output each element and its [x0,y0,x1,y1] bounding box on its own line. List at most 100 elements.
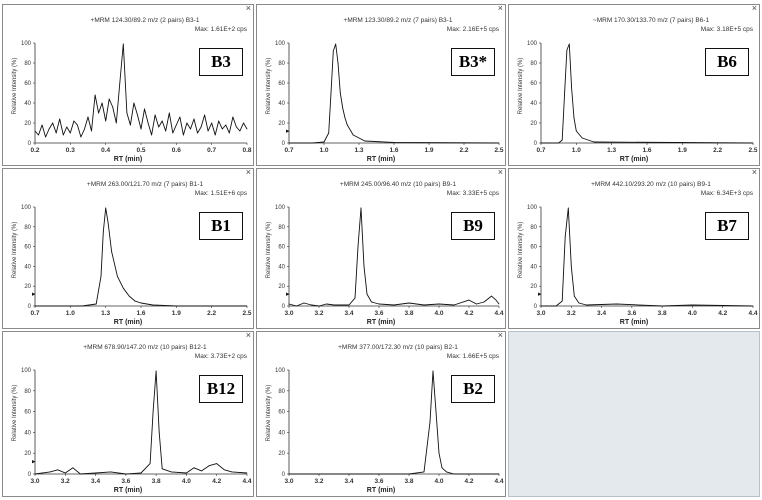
x-tick-label: 0.8 [242,147,251,154]
data-point [179,116,181,118]
data-point [453,304,455,306]
close-icon[interactable]: × [752,167,757,177]
chart-header-max: Max: 2.16E+5 cps [446,26,499,33]
data-point [328,132,330,134]
data-point [130,124,131,126]
y-tick-label: 0 [28,472,32,478]
x-axis-label: RT (min) [366,156,396,163]
y-tick-label: 100 [275,368,286,374]
data-point [170,471,172,473]
data-point [354,297,356,299]
data-point [573,295,575,297]
data-point [140,128,142,130]
y-axis-label: Relative Intensity (%) [266,221,272,279]
x-tick-label: 1.0 [572,147,581,154]
data-point [371,301,372,303]
x-tick-label: 0.4 [101,147,110,154]
data-point [144,108,145,110]
x-tick-label: 3.0 [30,478,39,485]
close-icon[interactable]: × [498,3,503,13]
data-point [91,130,92,132]
x-tick-label: 1.0 [66,310,75,317]
data-point [107,221,109,223]
data-point [55,132,57,134]
x-tick-label: 1.6 [136,310,145,317]
data-point [228,132,230,134]
data-point [111,251,112,252]
y-tick-label: 20 [24,121,31,127]
data-point [342,107,344,109]
data-point [288,303,290,305]
close-icon[interactable]: × [246,3,251,13]
x-tick-label: 3.2 [314,478,323,485]
y-tick-label: 40 [530,101,537,107]
data-point [102,231,104,233]
data-point [567,207,569,209]
y-tick-label: 60 [530,245,537,251]
data-point [570,266,572,267]
data-point [201,470,203,472]
chart-header-transition: +MRM 123.30/89.2 m/z (7 pairs) B3-1 [343,17,453,24]
chart-header-max: Max: 1.61E+2 cps [194,26,247,33]
data-point [366,293,368,295]
x-tick-label: 3.4 [344,478,353,485]
compound-tag: B2 [451,375,495,403]
data-point [190,128,191,130]
x-tick-label: 1.9 [424,147,433,154]
data-point [80,473,81,475]
data-point [243,122,244,124]
data-point [225,124,227,126]
data-point [303,302,305,304]
y-axis-label: Relative Intensity (%) [12,221,18,279]
y-tick-label: 40 [24,430,31,436]
y-tick-label: 80 [530,61,537,67]
y-tick-label: 80 [24,225,31,231]
x-tick-label: 1.9 [678,147,687,154]
data-point [558,142,560,144]
x-tick-label: 4.2 [464,310,473,317]
chart-header-transition: +MRM 263.00/121.70 m/z (7 pairs) B1-1 [86,181,204,188]
y-tick-label: 60 [530,81,537,87]
x-tick-label: 3.2 [567,310,576,317]
data-point [175,124,177,126]
y-tick-label: 0 [282,304,286,310]
x-tick-label: 2.2 [459,147,468,154]
x-tick-label: 3.8 [404,310,413,317]
data-point [337,62,339,64]
y-tick-label: 100 [21,41,32,47]
data-point [540,305,542,307]
chart-header-transition: +MRM 678.90/147.20 m/z (10 pairs) B12-1 [83,344,207,351]
data-point [311,142,313,144]
data-point [197,132,198,134]
y-tick-label: 80 [530,225,537,231]
close-icon[interactable]: × [498,330,503,340]
data-point [186,472,187,474]
data-point [692,304,693,306]
y-tick-label: 0 [534,304,538,310]
y-tick-label: 40 [24,264,31,270]
data-point [108,98,110,100]
x-tick-label: 0.7 [536,147,545,154]
x-tick-label: 1.9 [172,310,181,317]
y-tick-label: 60 [278,81,285,87]
x-axis-label: RT (min) [113,156,143,163]
data-point [498,142,500,144]
y-tick-label: 0 [28,304,32,310]
data-point [408,473,410,475]
x-tick-label: 2.5 [242,310,251,317]
close-icon[interactable]: × [752,3,757,13]
close-icon[interactable]: × [498,167,503,177]
data-point [393,142,395,143]
data-point [115,122,117,124]
close-icon[interactable]: × [246,167,251,177]
data-point [214,134,216,136]
data-point [158,432,160,433]
x-tick-label: 1.3 [101,310,110,317]
data-point [64,472,66,474]
close-icon[interactable]: × [246,330,251,340]
data-point [246,472,248,474]
data-point [360,207,362,209]
y-tick-label: 60 [278,245,285,251]
x-tick-label: 3.6 [627,310,636,317]
data-point [133,102,135,104]
